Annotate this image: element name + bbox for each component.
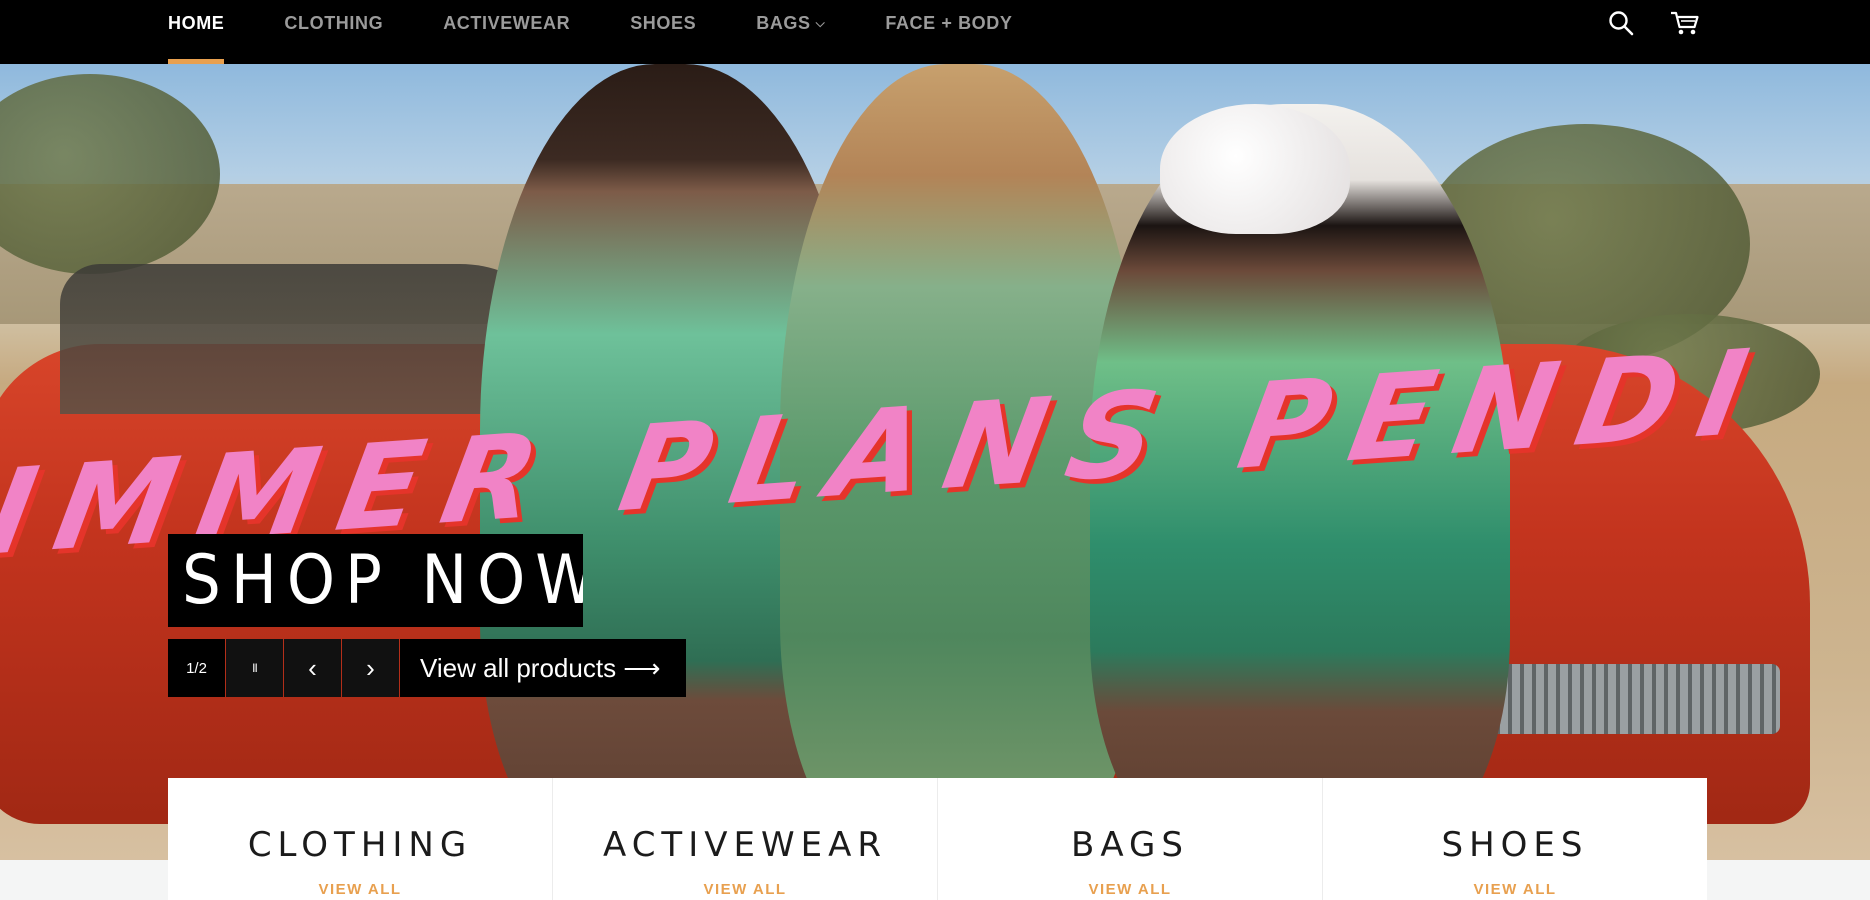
featured-collections: CLOTHING VIEW ALL ACTIVEWEAR VIEW ALL BA… [168,778,1707,900]
chevron-left-icon: ‹ [308,653,317,684]
chevron-right-icon: › [366,653,375,684]
nav-item-clothing[interactable]: CLOTHING [284,0,383,64]
collection-title: SHOES [1442,826,1589,864]
collection-card-clothing[interactable]: CLOTHING VIEW ALL [168,778,553,900]
cowboy-hat-image [1160,104,1350,234]
slide-index-indicator: 1/2 [168,639,225,697]
nav-item-shoes[interactable]: SHOES [630,0,696,64]
hero-slideshow: IMMER PLANS PENDI [0,64,1870,860]
nav-item-label: FACE + BODY [885,13,1012,33]
pause-icon: II [252,661,257,675]
nav-item-label: CLOTHING [284,13,383,33]
nav-item-activewear[interactable]: ACTIVEWEAR [443,0,570,64]
search-icon[interactable] [1604,6,1638,40]
previous-slide-button[interactable]: ‹ [284,639,341,697]
view-all-products-label: View all products ⟶ [420,653,661,684]
view-all-link[interactable]: VIEW ALL [703,881,786,898]
view-all-link[interactable]: VIEW ALL [318,881,401,898]
nav-item-label: BAGS [756,13,810,33]
cart-icon[interactable] [1668,6,1702,40]
collection-title: BAGS [1071,826,1189,864]
chevron-down-icon: ⌵ [816,0,826,47]
nav-item-face-body[interactable]: FACE + BODY [885,0,1012,64]
collection-card-shoes[interactable]: SHOES VIEW ALL [1323,778,1707,900]
nav-item-label: SHOES [630,13,696,33]
view-all-link[interactable]: VIEW ALL [1473,881,1556,898]
header-actions [1604,6,1702,40]
nav-item-label: HOME [168,13,224,33]
nav-item-label: ACTIVEWEAR [443,13,570,33]
shop-now-heading[interactable]: SHOP NOW [168,534,583,627]
view-all-link[interactable]: VIEW ALL [1088,881,1171,898]
collection-card-activewear[interactable]: ACTIVEWEAR VIEW ALL [553,778,938,900]
view-all-products-button[interactable]: View all products ⟶ [400,639,686,697]
main-nav: HOME CLOTHING ACTIVEWEAR SHOES BAGS ⌵ FAC… [168,0,1072,64]
collection-title: CLOTHING [248,826,472,864]
collection-title: ACTIVEWEAR [603,826,887,864]
slideshow-controls: 1/2 II ‹ › View all products ⟶ [168,639,686,697]
pause-button[interactable]: II [226,639,283,697]
next-slide-button[interactable]: › [342,639,399,697]
nav-item-bags[interactable]: BAGS ⌵ [756,0,825,64]
top-navigation-bar: HOME CLOTHING ACTIVEWEAR SHOES BAGS ⌵ FAC… [0,0,1870,64]
collection-card-bags[interactable]: BAGS VIEW ALL [938,778,1323,900]
nav-item-home[interactable]: HOME [168,0,224,64]
